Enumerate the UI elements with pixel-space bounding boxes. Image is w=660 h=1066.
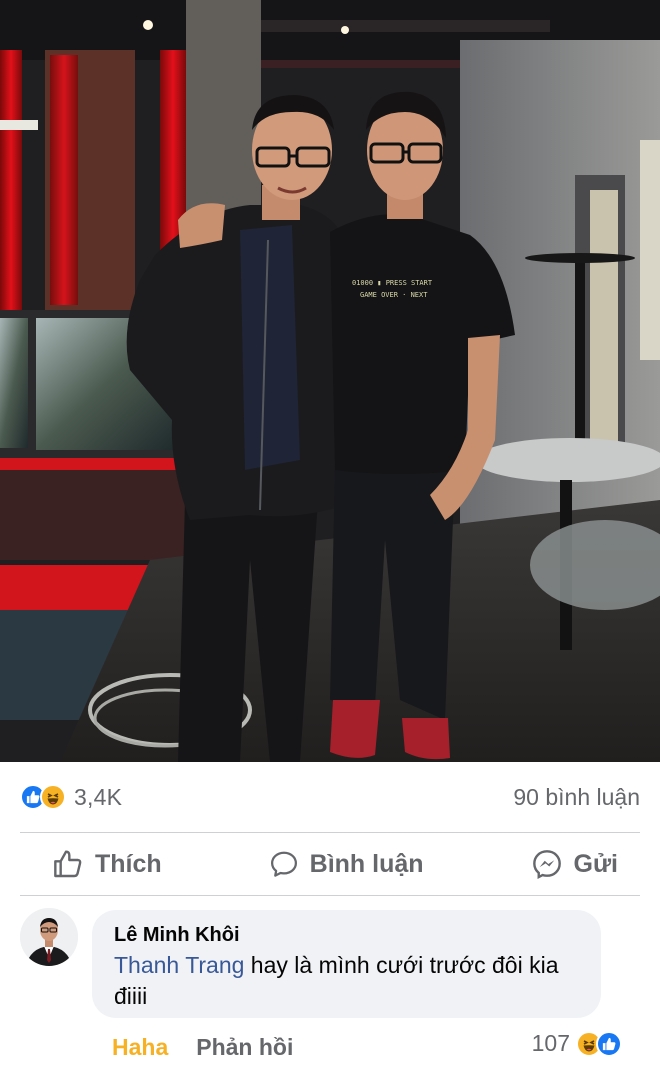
haha-icon bbox=[40, 784, 66, 810]
comment-author[interactable]: Lê Minh Khôi bbox=[114, 924, 579, 946]
comment-bubble[interactable]: Lê Minh Khôi Thanh Trang hay là mình cướ… bbox=[92, 910, 601, 1018]
post-photo-graphic: 01000 ▮ PRESS START GAME OVER · NEXT bbox=[0, 0, 660, 762]
like-icon bbox=[596, 1030, 622, 1057]
post-photo[interactable]: 01000 ▮ PRESS START GAME OVER · NEXT bbox=[0, 0, 660, 762]
action-bar: Thích Bình luận Gửi bbox=[0, 833, 660, 895]
haha-reaction-button[interactable]: Haha bbox=[112, 1034, 168, 1061]
reaction-summary-left[interactable]: 3,4K bbox=[20, 784, 122, 811]
like-button-label: Thích bbox=[95, 849, 162, 878]
comment-button-label: Bình luận bbox=[309, 849, 424, 878]
reaction-count: 3,4K bbox=[74, 783, 123, 810]
svg-text:GAME OVER · NEXT: GAME OVER · NEXT bbox=[360, 291, 428, 299]
reaction-summary: 3,4K 90 bình luận bbox=[0, 762, 660, 832]
like-button[interactable]: Thích bbox=[52, 848, 162, 880]
avatar-image bbox=[20, 908, 78, 966]
messenger-icon bbox=[532, 850, 561, 880]
comment-actions: Haha Phản hồi bbox=[112, 1034, 293, 1061]
send-button[interactable]: Gửi bbox=[531, 848, 619, 880]
reply-button[interactable]: Phản hồi bbox=[196, 1034, 293, 1061]
comment-text: Thanh Trang hay là mình cưới trước đôi k… bbox=[114, 950, 579, 1012]
thumbs-up-icon bbox=[54, 850, 82, 878]
reaction-icons bbox=[20, 784, 66, 810]
svg-text:01000 ▮ PRESS START: 01000 ▮ PRESS START bbox=[352, 279, 433, 287]
send-button-label: Gửi bbox=[573, 849, 619, 878]
comment-reaction-count: 107 bbox=[531, 1030, 570, 1056]
speech-bubble-icon bbox=[270, 851, 297, 877]
comment: Lê Minh Khôi Thanh Trang hay là mình cướ… bbox=[0, 896, 660, 1066]
comment-button[interactable]: Bình luận bbox=[269, 849, 424, 879]
comment-mention[interactable]: Thanh Trang bbox=[114, 952, 244, 978]
avatar[interactable] bbox=[20, 908, 78, 966]
comment-count-link[interactable]: 90 bình luận bbox=[513, 784, 640, 811]
comment-reactions[interactable]: 107 bbox=[532, 1030, 622, 1057]
